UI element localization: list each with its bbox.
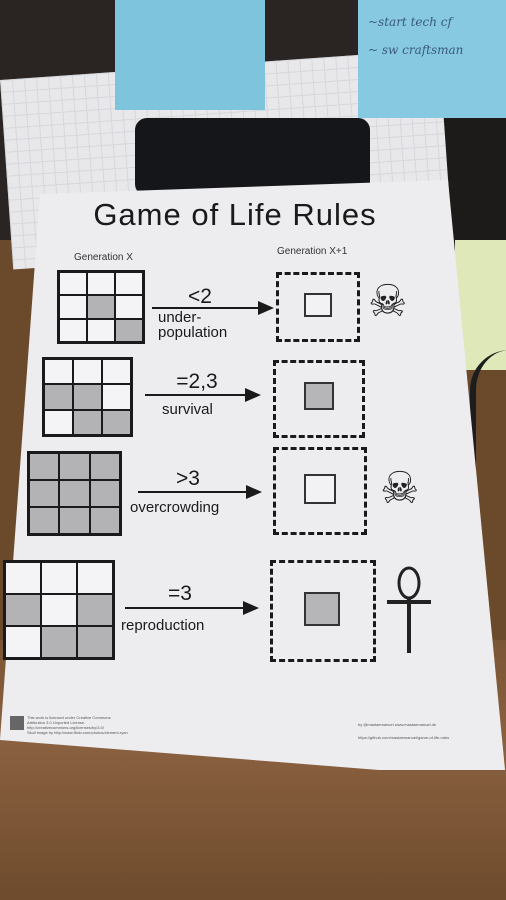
result-cell-3 — [304, 474, 336, 504]
grid-cell — [6, 563, 40, 593]
grid-rule-4 — [3, 560, 115, 660]
grid-cell — [78, 627, 112, 657]
generation-x1-label: Generation X+1 — [277, 246, 348, 257]
rule-1-arrow-head — [258, 301, 274, 315]
sticky-note-text: ~start tech cf ~ sw craftsman — [368, 8, 498, 64]
rule-4-arrow — [125, 607, 245, 609]
rule-4-symbol: =3 — [168, 582, 192, 605]
grid-rule-3 — [27, 451, 122, 536]
grid-cell — [60, 454, 89, 479]
ankh-icon — [387, 566, 431, 653]
grid-cell — [78, 563, 112, 593]
grid-cell — [103, 360, 130, 384]
grid-cell — [60, 296, 86, 318]
rule-3-name: overcrowding — [130, 499, 220, 516]
grid-cell — [90, 481, 119, 506]
grid-cell — [42, 563, 76, 593]
grid-cell — [42, 627, 76, 657]
rule-4-name: reproduction — [121, 617, 205, 634]
grid-cell — [6, 627, 40, 657]
rule-4-arrow-head — [243, 601, 259, 615]
sticky-line-1: ~start tech cf — [368, 15, 452, 29]
grid-cell — [88, 296, 114, 318]
generation-x-label: Generation X — [74, 252, 133, 263]
grid-cell — [88, 273, 114, 295]
result-cell-4 — [304, 592, 340, 626]
grid-cell — [74, 385, 101, 409]
grid-rule-1 — [57, 270, 145, 344]
sticky-line-2: ~ sw craftsman — [368, 43, 464, 57]
footer-left-line-4: Skull image by http://www.flickr.com/pho… — [27, 730, 128, 735]
grid-cell — [45, 410, 72, 434]
rule-1-name-2: population — [158, 324, 228, 341]
result-cell-2 — [304, 382, 334, 410]
skull-crossbones-icon: ☠ — [368, 277, 408, 326]
rule-2-arrow-head — [245, 388, 261, 402]
grid-cell — [45, 385, 72, 409]
cc-license-icon — [10, 716, 24, 730]
rule-1-symbol: <2 — [188, 285, 212, 308]
rule-3-arrow — [138, 491, 248, 493]
grid-cell — [90, 508, 119, 533]
grid-cell — [116, 296, 142, 318]
grid-cell — [88, 319, 114, 341]
grid-cell — [90, 454, 119, 479]
rule-2-arrow — [145, 394, 247, 396]
grid-cell — [60, 481, 89, 506]
grid-cell — [74, 360, 101, 384]
grid-rule-2 — [42, 357, 133, 437]
grid-cell — [42, 595, 76, 625]
footer-right: by @mastaemanuel www.mastaemanuel.de htt… — [358, 722, 449, 740]
grid-cell — [30, 481, 59, 506]
grid-cell — [78, 595, 112, 625]
page-title: Game of Life Rules — [93, 197, 377, 232]
grid-cell — [45, 360, 72, 384]
grid-cell — [30, 454, 59, 479]
rule-2-name: survival — [162, 401, 213, 418]
grid-cell — [116, 273, 142, 295]
result-cell-1 — [304, 293, 332, 317]
footer-left: This work is licensed under Creative Com… — [27, 715, 128, 735]
skull-crossbones-icon-2: ☠ — [380, 464, 420, 513]
rule-2-symbol: =2,3 — [176, 370, 218, 393]
grid-cell — [74, 410, 101, 434]
rule-3-arrow-head — [246, 485, 262, 499]
rule-3-symbol: >3 — [176, 467, 200, 490]
grid-cell — [60, 273, 86, 295]
grid-cell — [6, 595, 40, 625]
sticky-note-left — [115, 0, 265, 110]
grid-cell — [103, 410, 130, 434]
grid-cell — [116, 319, 142, 341]
footer-right-line-1: by @mastaemanuel www.mastaemanuel.de — [358, 722, 437, 727]
grid-cell — [30, 508, 59, 533]
grid-cell — [60, 508, 89, 533]
grid-cell — [60, 319, 86, 341]
grid-cell — [103, 385, 130, 409]
footer-right-line-2: https://github.com/mastaemanuel/game-of-… — [358, 735, 450, 740]
